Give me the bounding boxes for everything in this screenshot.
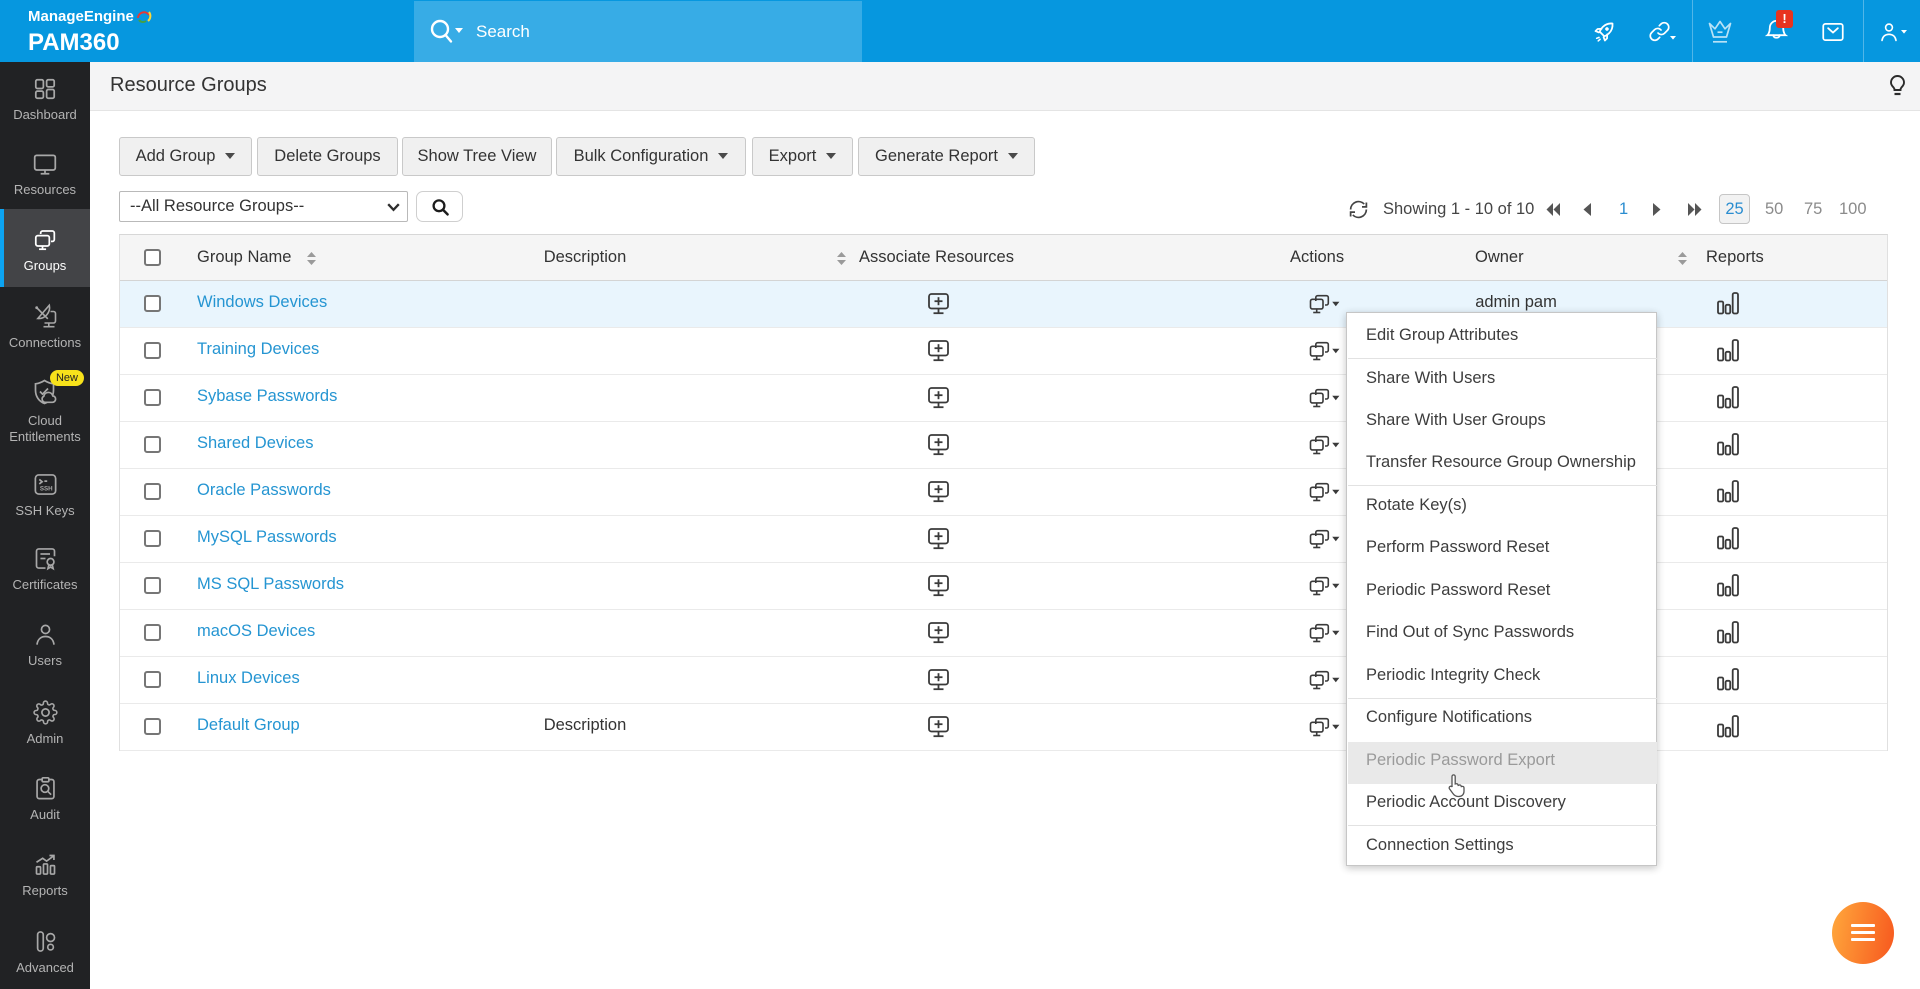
svg-text:SSH: SSH (39, 486, 52, 493)
